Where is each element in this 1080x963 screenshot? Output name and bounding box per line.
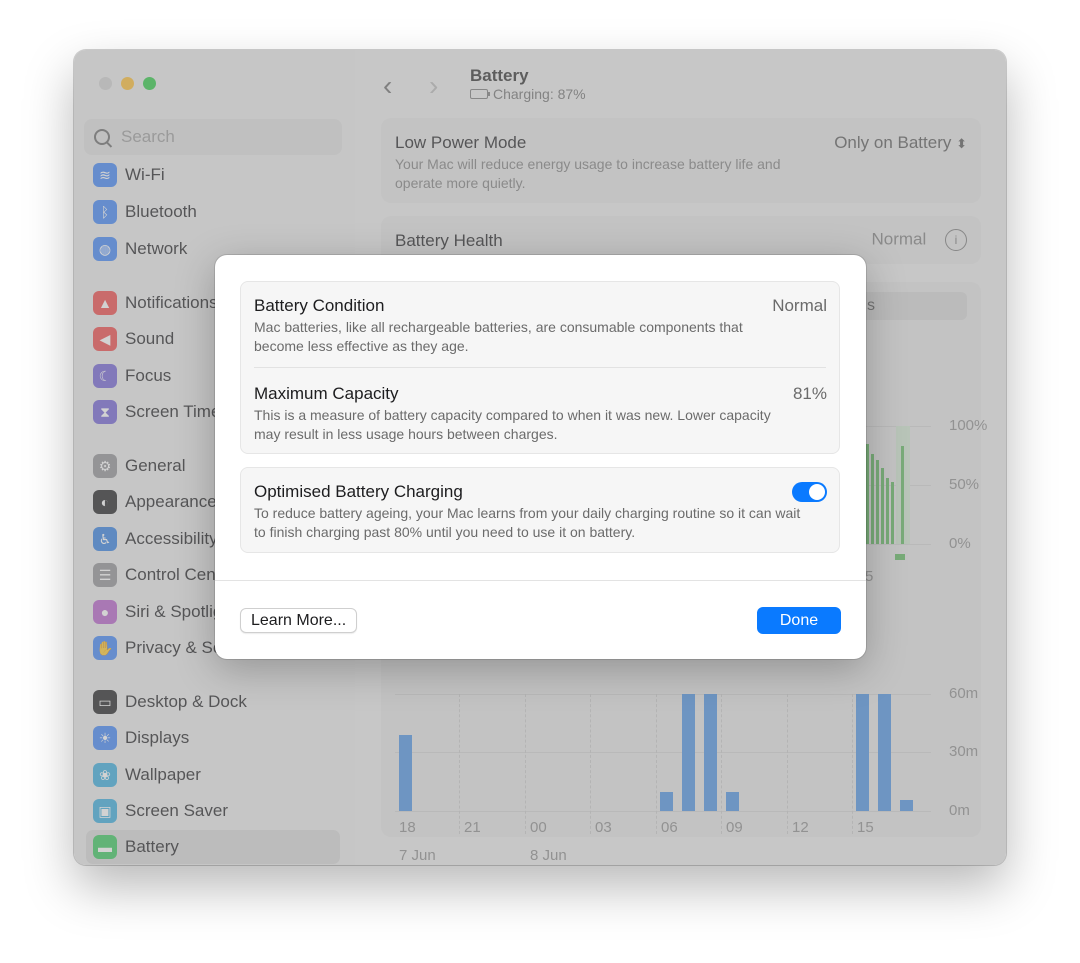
divider [254,367,826,368]
capacity-desc: This is a measure of battery capacity co… [254,407,771,442]
optimised-charging-toggle[interactable] [792,482,827,502]
learn-more-button[interactable]: Learn More... [240,608,358,633]
done-button[interactable]: Done [757,607,841,634]
condition-title: Battery Condition [254,296,385,315]
optimised-desc: To reduce battery ageing, your Mac learn… [254,505,801,540]
optimised-title: Optimised Battery Charging [254,482,463,501]
condition-desc: Mac batteries, like all rechargeable bat… [254,319,743,354]
capacity-title: Maximum Capacity [254,384,399,403]
condition-value: Normal [772,296,827,315]
battery-health-sheet: Battery Condition Normal Mac batteries, … [215,255,866,659]
health-group: Battery Condition Normal Mac batteries, … [240,281,840,454]
capacity-value: 81% [792,384,827,403]
optimised-group: Optimised Battery Charging To reduce bat… [240,467,840,553]
divider [215,580,866,581]
